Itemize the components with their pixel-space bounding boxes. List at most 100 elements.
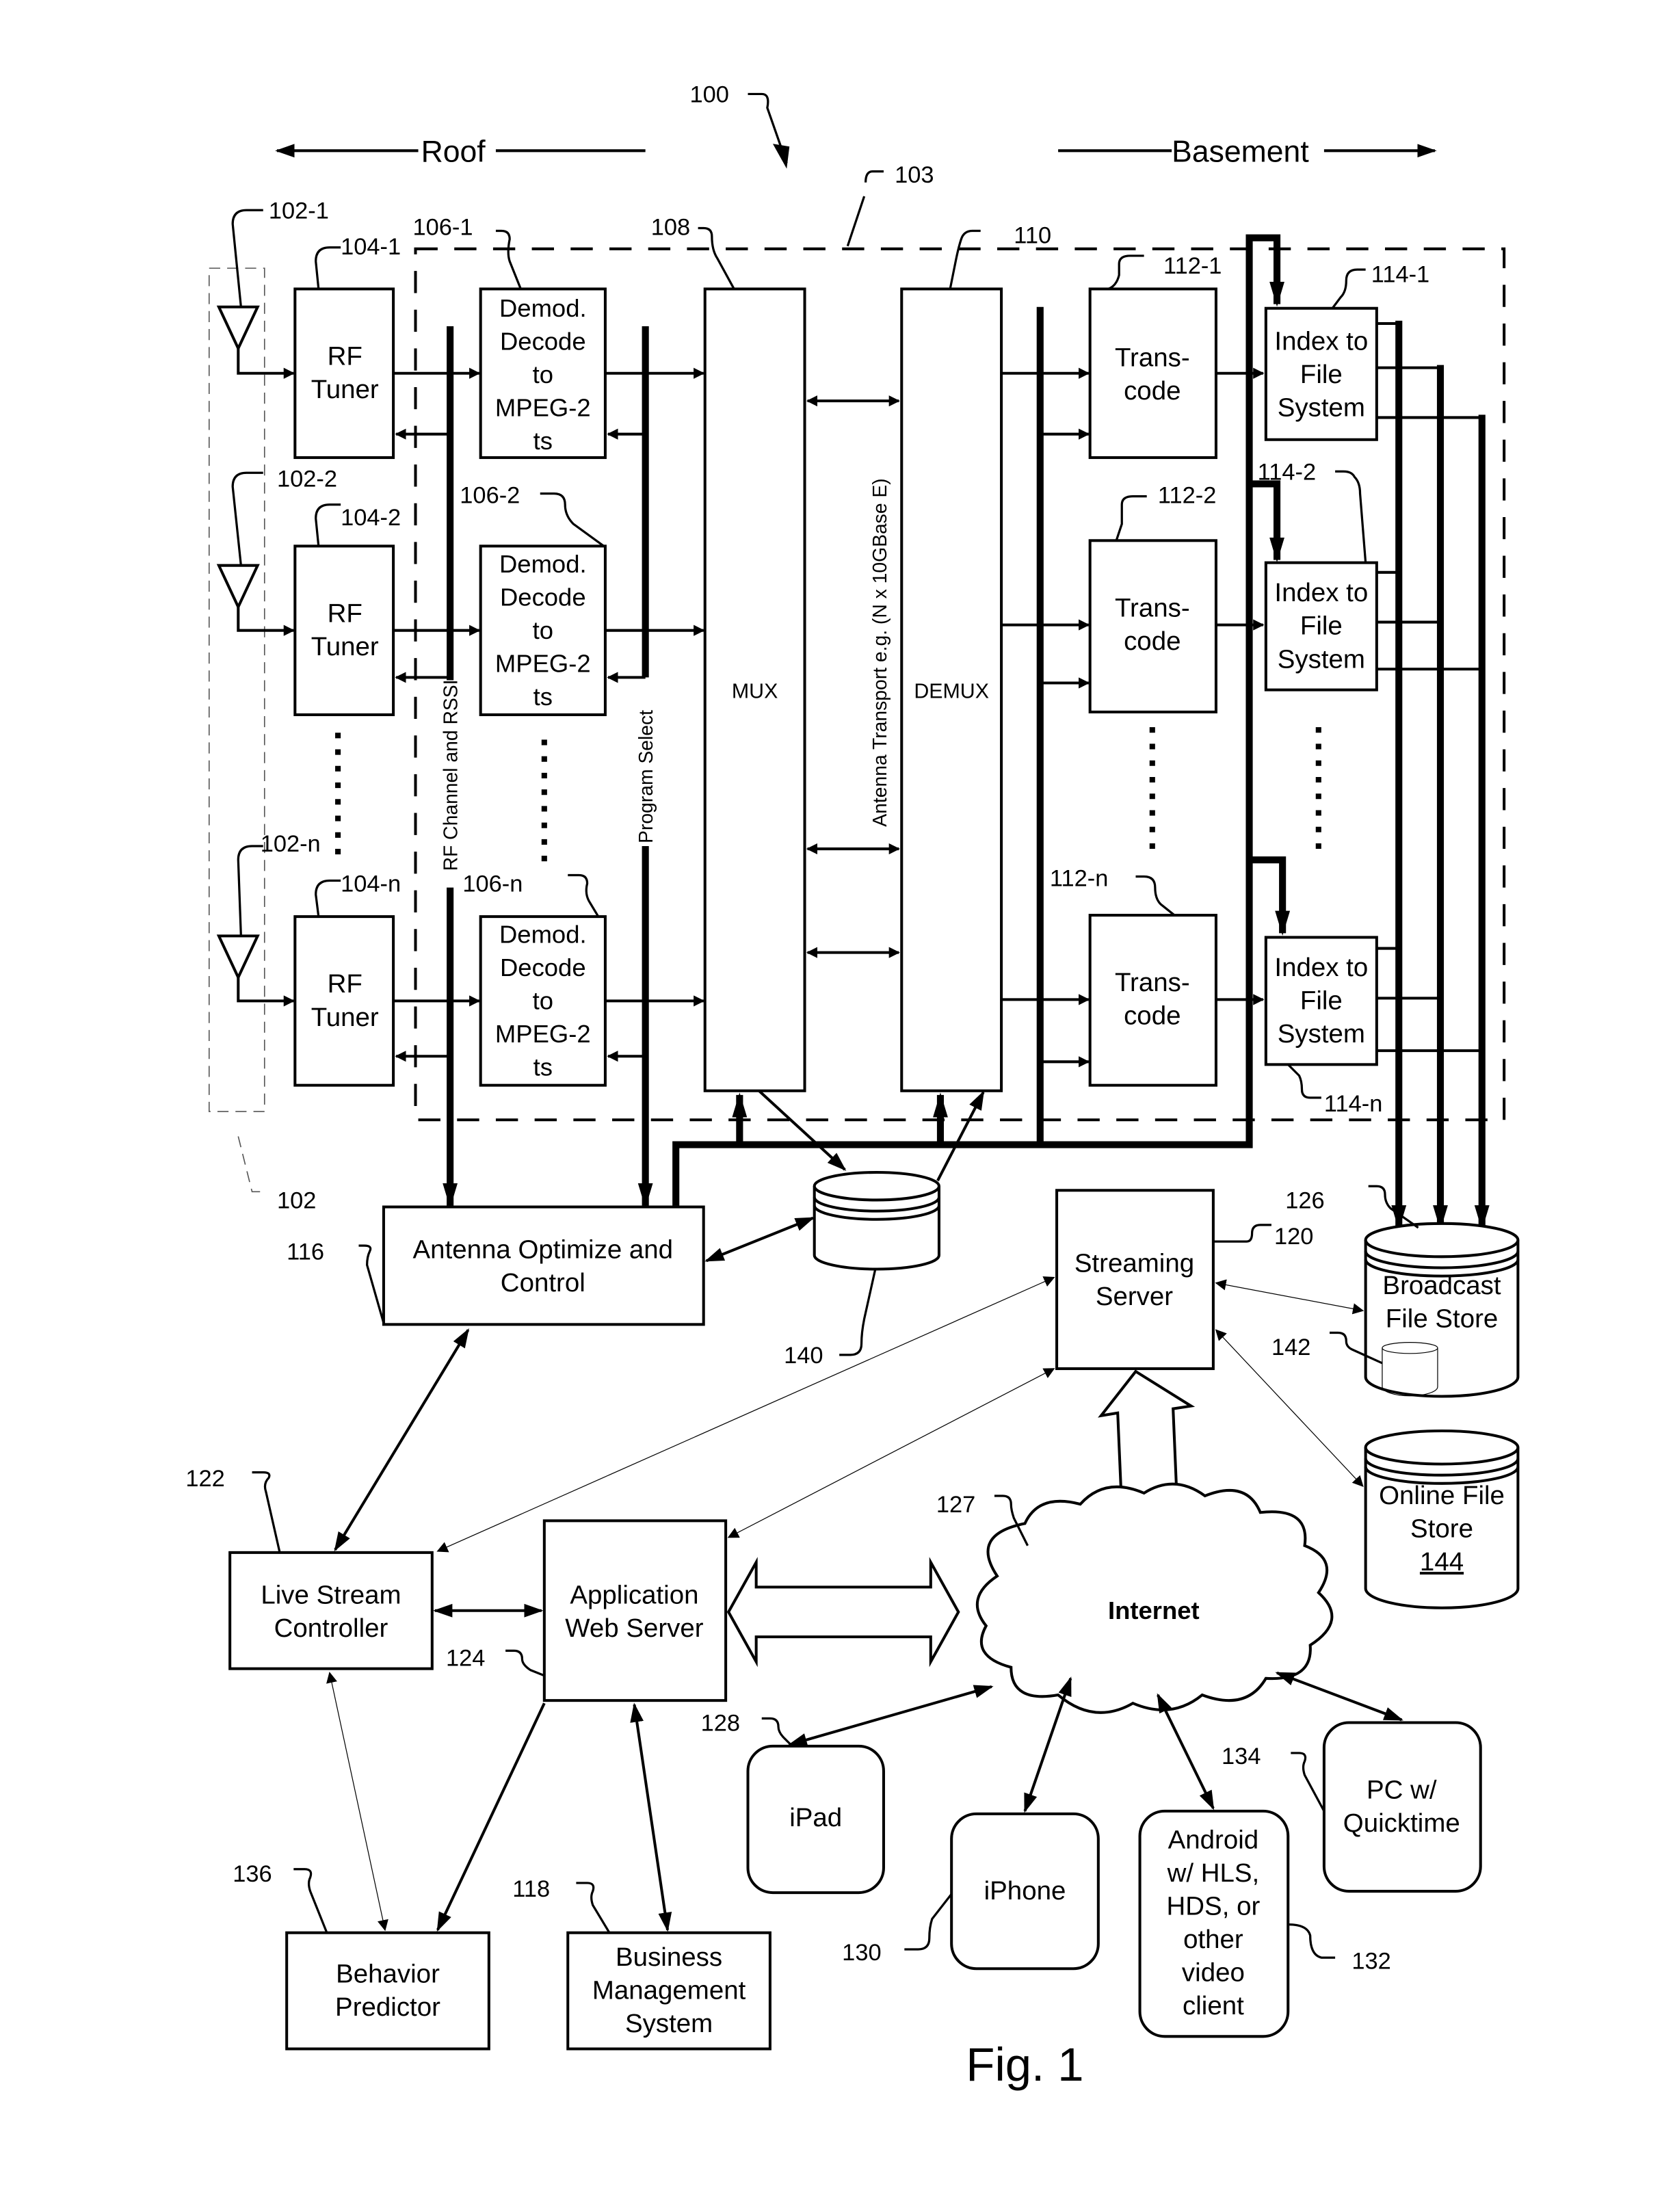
live-stream-controller: Live Stream Controller 122 (185, 1466, 434, 1670)
client-label: Android (1168, 1825, 1259, 1854)
ref-label-103: 103 (895, 162, 934, 188)
client-label: w/ HLS, (1167, 1858, 1260, 1888)
client-label: iPad (789, 1803, 842, 1832)
ref-label-126: 126 (1285, 1188, 1324, 1214)
antenna-control-label: Control (501, 1268, 585, 1298)
leader-140 (839, 1269, 877, 1356)
leader-122 (252, 1471, 281, 1553)
transcode-block-1 (1088, 287, 1217, 460)
leader-126 (1368, 1185, 1419, 1229)
online-store-top (1364, 1429, 1520, 1466)
business-mgmt-label: Management (592, 1976, 746, 2005)
leader-106-2 (540, 492, 605, 547)
ref-label-102-2: 102-2 (277, 466, 337, 492)
indexer-2: Index to File System 114-2 (1258, 459, 1482, 692)
demod-label: MPEG-2 (495, 393, 591, 421)
ref-label-116: 116 (287, 1239, 324, 1265)
leader-106-n (568, 873, 600, 917)
index-label: File (1300, 360, 1343, 389)
internet-android-link (1157, 1693, 1215, 1811)
internet-pc-link (1275, 1671, 1403, 1722)
internet-iphone-link (1023, 1676, 1072, 1813)
antenna-control-block (382, 1205, 705, 1326)
online-file-store: Online File Store 144 (1364, 1429, 1520, 1609)
indexer-1: Index to File System 114-1 (1264, 261, 1482, 441)
transcode-block-n (1088, 914, 1217, 1087)
transcode-label: code (1124, 627, 1180, 656)
leader-106-1 (495, 229, 522, 290)
transcode-label: Trans- (1115, 343, 1190, 373)
antenna-control-label: Antenna Optimize and (413, 1235, 674, 1264)
index-label: File (1300, 986, 1343, 1016)
leader-114-2 (1335, 470, 1367, 563)
ref-label-112-2: 112-2 (1158, 483, 1216, 509)
antenna-control-controller-link (334, 1328, 470, 1552)
index-label: Index to (1274, 326, 1368, 356)
transcode-label: Trans- (1115, 594, 1190, 623)
antenna-row-2: 102-2 RF Tuner 104-2 Demod. Decode to MP… (216, 466, 705, 717)
leader-114-n (1287, 1064, 1321, 1099)
ref-label-108: 108 (651, 215, 690, 241)
leader-102-n (237, 845, 263, 936)
transcode-label: Trans- (1115, 968, 1190, 997)
server-webserver-link (727, 1368, 1055, 1538)
ref-label-127: 127 (936, 1492, 975, 1518)
controller-predictor-link (326, 1672, 388, 1932)
leader-130 (904, 1893, 953, 1951)
streaming-server-label: Server (1096, 1282, 1173, 1311)
server-broadcast-store-link (1215, 1279, 1364, 1315)
leader-136 (293, 1868, 328, 1934)
online-store-label: Store (1410, 1514, 1473, 1544)
ref-label-110: 110 (1014, 223, 1051, 249)
system-diagram: 100 Roof Basement 103 102 102-1 RF Tuner… (185, 82, 1520, 2091)
leader-104-2 (315, 503, 341, 547)
leader-108 (698, 226, 735, 290)
leader-103 (846, 170, 884, 247)
client-ipad: iPad 128 (701, 1711, 885, 1895)
internet-label: Internet (1108, 1596, 1200, 1624)
leader-132 (1288, 1923, 1336, 1959)
ref-label-112-1: 112-1 (1163, 253, 1222, 279)
program-select-bus: Program Select (635, 326, 657, 1209)
ref-label-102: 102 (277, 1188, 316, 1214)
ref-label-104-n: 104-n (341, 871, 401, 897)
client-label: PC w/ (1367, 1776, 1437, 1805)
broadcast-store-label: File Store (1386, 1304, 1499, 1333)
leader-102-1 (231, 209, 263, 307)
leader-128 (761, 1717, 793, 1747)
antenna-transport-label: Antenna Transport e.g. (N x 10GBase E) (869, 478, 891, 826)
db-to-demux-arrow (936, 1090, 985, 1182)
demux: DEMUX 110 (900, 223, 1051, 1092)
leader-arrow-100 (772, 144, 790, 169)
ref-label-102-n: 102-n (261, 831, 321, 857)
leader-112-n (1135, 875, 1176, 917)
rf-tuner-label: RF (328, 599, 362, 629)
leader-118 (576, 1882, 611, 1934)
leader-110 (949, 229, 981, 289)
demod-label: ts (533, 683, 553, 711)
ref-label-140: 140 (784, 1343, 823, 1369)
mux-label: MUX (732, 681, 778, 703)
ref-label-128: 128 (701, 1711, 740, 1737)
demod-label: Decode (500, 327, 586, 355)
antenna-to-tuner-arrow (237, 348, 295, 379)
rf-tuner-2 (293, 544, 395, 717)
client-device-box (1322, 1721, 1482, 1893)
app-web-server-block (542, 1519, 728, 1702)
webserver-internet-hollow-arrow (726, 1557, 960, 1668)
mux-to-db-arrow (758, 1090, 847, 1171)
index-control-arrow-2 (1249, 480, 1284, 563)
ref-label-112-n: 112-n (1050, 866, 1108, 892)
demod-label: ts (533, 427, 553, 455)
ref-label-132: 132 (1351, 1948, 1390, 1974)
demod-label: ts (533, 1053, 553, 1081)
demod-label: to (533, 360, 553, 389)
client-label: other (1183, 1925, 1243, 1954)
antenna-to-tuner-arrow (237, 607, 295, 636)
demod-label: MPEG-2 (495, 1020, 591, 1048)
transcode-label: code (1124, 376, 1180, 406)
ref-label-118: 118 (512, 1876, 550, 1902)
leader-102-2 (231, 471, 263, 566)
business-mgmt-label: Business (616, 1943, 722, 1972)
mux: MUX 108 (651, 215, 806, 1092)
